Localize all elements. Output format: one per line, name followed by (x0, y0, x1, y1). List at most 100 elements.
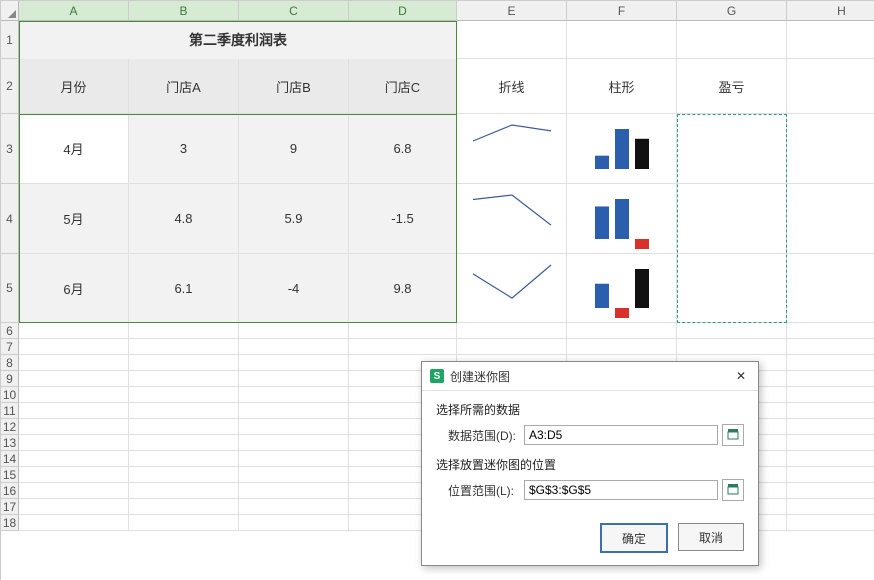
cell[interactable] (567, 21, 677, 59)
cell[interactable] (567, 339, 677, 355)
row-header-7[interactable]: 7 (1, 339, 19, 355)
cell[interactable] (19, 403, 129, 419)
row-header-17[interactable]: 17 (1, 499, 19, 515)
data-range-input[interactable] (524, 425, 718, 445)
cell[interactable] (129, 339, 239, 355)
range-picker-icon[interactable] (722, 424, 744, 446)
row-header-1[interactable]: 1 (1, 21, 19, 59)
cell[interactable] (19, 387, 129, 403)
sparkline-line[interactable] (457, 254, 567, 323)
cell[interactable] (677, 254, 787, 323)
cell[interactable] (787, 451, 874, 467)
cell[interactable] (19, 355, 129, 371)
cell[interactable] (19, 467, 129, 483)
cell[interactable] (19, 451, 129, 467)
cell[interactable] (787, 254, 874, 323)
select-all-corner[interactable] (1, 1, 19, 21)
close-icon[interactable]: ✕ (732, 367, 750, 385)
cell[interactable] (239, 339, 349, 355)
cell[interactable] (677, 21, 787, 59)
range-picker-icon[interactable] (722, 479, 744, 501)
cell[interactable] (129, 483, 239, 499)
cell[interactable] (457, 21, 567, 59)
cell[interactable] (349, 339, 457, 355)
table-cell[interactable]: 6.8 (349, 114, 457, 184)
column-header-A[interactable]: A (19, 1, 129, 21)
sparkline-column[interactable] (567, 184, 677, 254)
cell[interactable] (19, 323, 129, 339)
ok-button[interactable]: 确定 (600, 523, 668, 553)
cell[interactable] (349, 323, 457, 339)
cell[interactable] (457, 339, 567, 355)
cell[interactable] (787, 371, 874, 387)
cell[interactable] (239, 451, 349, 467)
table-cell[interactable]: 6.1 (129, 254, 239, 323)
cell[interactable] (129, 387, 239, 403)
column-header-C[interactable]: C (239, 1, 349, 21)
cell[interactable] (129, 467, 239, 483)
cell[interactable] (129, 323, 239, 339)
cell[interactable] (129, 403, 239, 419)
row-header-2[interactable]: 2 (1, 59, 19, 114)
table-cell[interactable]: 4.8 (129, 184, 239, 254)
cell[interactable] (787, 114, 874, 184)
cell[interactable] (19, 499, 129, 515)
cell[interactable] (19, 371, 129, 387)
table-header[interactable]: 门店A (129, 59, 239, 114)
table-cell[interactable]: 5.9 (239, 184, 349, 254)
column-header-F[interactable]: F (567, 1, 677, 21)
table-cell[interactable]: 9.8 (349, 254, 457, 323)
cell[interactable] (787, 403, 874, 419)
row-header-11[interactable]: 11 (1, 403, 19, 419)
cell[interactable] (677, 184, 787, 254)
cell[interactable] (129, 371, 239, 387)
row-header-12[interactable]: 12 (1, 419, 19, 435)
cell[interactable] (239, 483, 349, 499)
header-sparkline-column[interactable]: 柱形 (567, 59, 677, 114)
table-cell[interactable]: -4 (239, 254, 349, 323)
cell[interactable] (129, 451, 239, 467)
row-header-5[interactable]: 5 (1, 254, 19, 323)
cell[interactable] (19, 339, 129, 355)
row-header-14[interactable]: 14 (1, 451, 19, 467)
row-header-9[interactable]: 9 (1, 371, 19, 387)
cell[interactable] (129, 419, 239, 435)
cell[interactable] (129, 355, 239, 371)
cell[interactable] (677, 114, 787, 184)
cell[interactable] (677, 339, 787, 355)
table-header[interactable]: 月份 (19, 59, 129, 114)
table-header[interactable]: 门店B (239, 59, 349, 114)
table-cell[interactable]: 4月 (19, 114, 129, 184)
cell[interactable] (677, 323, 787, 339)
sparkline-column[interactable] (567, 114, 677, 184)
row-header-15[interactable]: 15 (1, 467, 19, 483)
column-header-G[interactable]: G (677, 1, 787, 21)
cell[interactable] (19, 483, 129, 499)
cell[interactable] (457, 323, 567, 339)
cell[interactable] (239, 371, 349, 387)
sparkline-column[interactable] (567, 254, 677, 323)
cell[interactable] (239, 435, 349, 451)
cell[interactable] (787, 483, 874, 499)
cell[interactable] (787, 355, 874, 371)
cell[interactable] (239, 467, 349, 483)
cell[interactable] (787, 387, 874, 403)
cancel-button[interactable]: 取消 (678, 523, 744, 551)
location-range-input[interactable] (524, 480, 718, 500)
row-header-6[interactable]: 6 (1, 323, 19, 339)
column-header-B[interactable]: B (129, 1, 239, 21)
cell[interactable] (787, 435, 874, 451)
column-header-D[interactable]: D (349, 1, 457, 21)
column-header-H[interactable]: H (787, 1, 874, 21)
cell[interactable] (129, 499, 239, 515)
cell[interactable] (567, 323, 677, 339)
table-cell[interactable]: -1.5 (349, 184, 457, 254)
cell[interactable] (787, 184, 874, 254)
table-cell[interactable]: 9 (239, 114, 349, 184)
row-header-3[interactable]: 3 (1, 114, 19, 184)
table-header[interactable]: 门店C (349, 59, 457, 114)
cell[interactable] (787, 339, 874, 355)
cell[interactable] (787, 21, 874, 59)
table-cell[interactable]: 6月 (19, 254, 129, 323)
cell[interactable] (129, 515, 239, 531)
